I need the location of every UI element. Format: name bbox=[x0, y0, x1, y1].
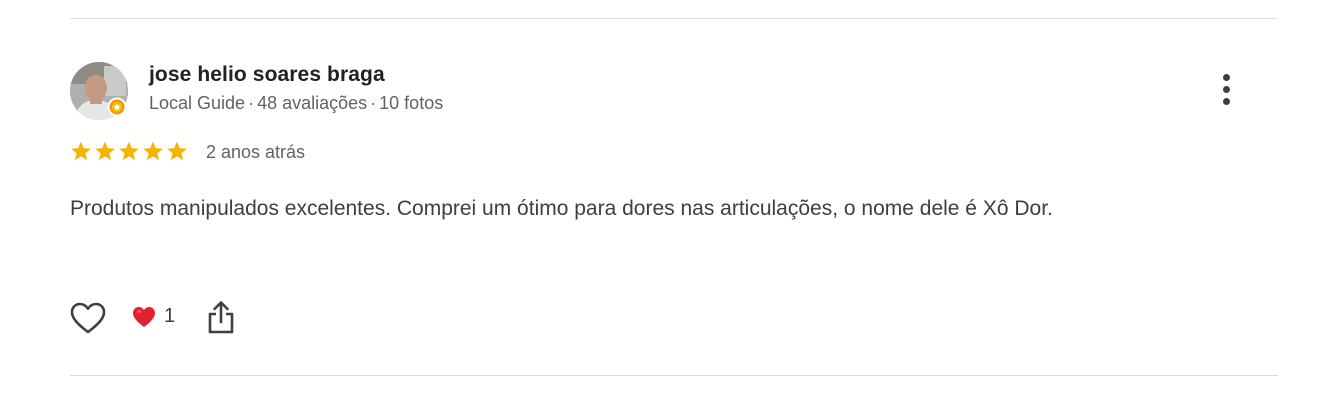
author-name[interactable]: jose helio soares braga bbox=[149, 63, 385, 87]
reaction-count: 1 bbox=[164, 305, 176, 327]
star-icon bbox=[95, 141, 115, 161]
more-vert-icon bbox=[1223, 86, 1230, 93]
red-heart-icon bbox=[133, 306, 155, 327]
share-icon bbox=[208, 301, 234, 334]
star-icon bbox=[167, 141, 187, 161]
review-card: jose helio soares braga Local Guide · 48 a… bbox=[0, 0, 1324, 404]
heart-outline-icon bbox=[70, 302, 106, 334]
more-vert-icon bbox=[1223, 74, 1230, 81]
author-level: Local Guide bbox=[149, 93, 246, 113]
star-icon bbox=[143, 141, 163, 161]
divider-top bbox=[70, 18, 1278, 19]
review-text: Produtos manipulados excelentes. Comprei… bbox=[70, 197, 1053, 220]
share-button[interactable] bbox=[206, 300, 236, 334]
review-date: 2 anos atrás bbox=[206, 142, 306, 162]
meta-separator: · bbox=[248, 93, 255, 113]
author-photo-count: 10 fotos bbox=[379, 93, 444, 113]
star-icon bbox=[119, 141, 139, 161]
more-options-button[interactable] bbox=[1212, 72, 1242, 108]
divider-bottom bbox=[70, 375, 1278, 376]
author-meta: Local Guide · 48 avaliações · 10 fotos bbox=[149, 93, 443, 114]
like-button[interactable] bbox=[70, 302, 106, 334]
local-guide-badge-icon bbox=[107, 97, 127, 117]
star-rating bbox=[70, 140, 188, 162]
author-review-count: 48 avaliações bbox=[257, 93, 368, 113]
star-icon bbox=[71, 141, 91, 161]
meta-separator: · bbox=[370, 93, 377, 113]
more-vert-icon bbox=[1223, 98, 1230, 105]
avatar[interactable] bbox=[70, 62, 128, 120]
reaction-summary[interactable]: 1 bbox=[132, 305, 175, 328]
